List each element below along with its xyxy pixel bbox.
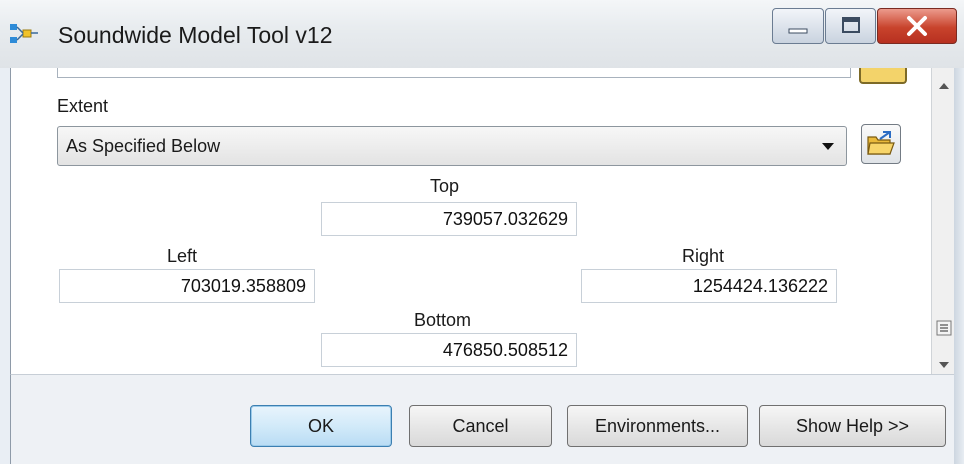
minimize-button[interactable] [772, 8, 824, 44]
close-icon [907, 16, 927, 36]
scroll-down-icon[interactable] [939, 362, 949, 368]
top-value: 739057.032629 [442, 209, 568, 229]
bottom-value: 476850.508512 [442, 340, 568, 360]
top-input[interactable]: 739057.032629 [321, 202, 577, 236]
window-title: Soundwide Model Tool v12 [58, 22, 333, 48]
close-button[interactable] [877, 8, 957, 44]
previous-field-edge [57, 68, 851, 78]
window-frame-right [954, 68, 964, 464]
parameters-panel: Extent As Specified Below Top 739057.032… [10, 68, 956, 374]
environments-button[interactable]: Environments... [567, 405, 748, 447]
title-bar[interactable]: Soundwide Model Tool v12 [0, 0, 964, 68]
extent-dropdown[interactable]: As Specified Below [57, 126, 847, 166]
extent-label: Extent [57, 96, 109, 116]
left-input[interactable]: 703019.358809 [59, 269, 315, 303]
list-panel-icon[interactable] [936, 320, 952, 336]
right-label: Right [682, 246, 725, 266]
model-tool-icon [10, 24, 38, 43]
open-folder-icon [867, 131, 895, 155]
vertical-scrollbar[interactable] [931, 68, 956, 374]
extent-dropdown-value: As Specified Below [66, 136, 221, 156]
minimize-icon [788, 28, 808, 34]
bottom-label: Bottom [414, 310, 472, 330]
scroll-up-icon[interactable] [939, 83, 949, 89]
bottom-input[interactable]: 476850.508512 [321, 333, 577, 367]
left-label: Left [167, 246, 198, 266]
cancel-button[interactable]: Cancel [409, 405, 552, 447]
dialog-button-bar: OK Cancel Environments... Show Help >> [10, 374, 955, 464]
previous-browse-button[interactable] [859, 68, 907, 84]
top-label: Top [430, 176, 460, 196]
maximize-button[interactable] [825, 8, 876, 44]
ok-button[interactable]: OK [250, 405, 392, 447]
right-input[interactable]: 1254424.136222 [581, 269, 837, 303]
show-help-button[interactable]: Show Help >> [759, 405, 946, 447]
tool-dialog-window: Soundwide Model Tool v12 Extent As Speci… [0, 0, 964, 464]
browse-extent-button[interactable] [861, 124, 901, 164]
left-value: 703019.358809 [180, 276, 306, 296]
maximize-icon [842, 17, 860, 33]
chevron-down-icon [822, 143, 834, 150]
right-value: 1254424.136222 [692, 276, 828, 296]
